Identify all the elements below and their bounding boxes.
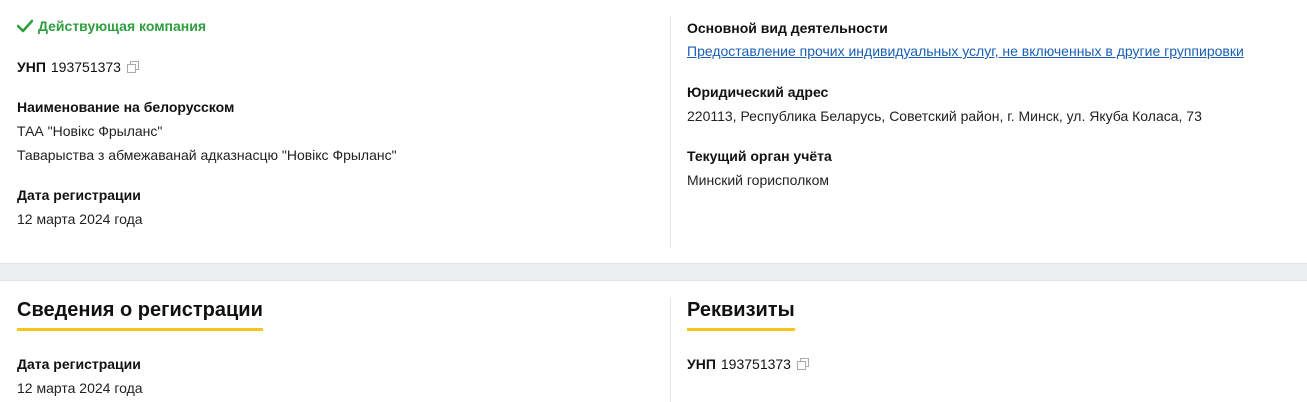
unp-row: УНП 193751373 (687, 356, 809, 372)
check-icon (17, 19, 33, 33)
activity-link[interactable]: Предоставление прочих индивидуальных усл… (687, 43, 1244, 59)
column-divider (670, 297, 671, 402)
company-summary-card: Действующая компания УНП 193751373 Наиме… (0, 0, 1307, 264)
activity-label: Основной вид деятельности (687, 20, 888, 36)
unp-label: УНП (687, 356, 716, 372)
copy-icon[interactable] (796, 358, 809, 370)
section-gap (0, 264, 1307, 280)
registration-date-label: Дата регистрации (17, 187, 141, 203)
belarusian-short-name: ТАА "Новікс Фрыланс" (17, 123, 163, 139)
column-divider (670, 16, 671, 248)
unp-label: УНП (17, 59, 46, 75)
company-status-text: Действующая компания (38, 18, 207, 34)
registering-authority-label: Текущий орган учёта (687, 148, 832, 164)
requisites-section-title: Реквизиты (687, 299, 795, 331)
belarusian-full-name: Таварыства з абмежаванай адказнасцю "Нов… (17, 147, 397, 163)
legal-address-label: Юридический адрес (687, 84, 829, 100)
legal-address-value: 220113, Республика Беларусь, Советский р… (687, 108, 1202, 124)
registration-section-title: Сведения о регистрации (17, 299, 263, 331)
company-status: Действующая компания (17, 18, 206, 34)
registration-date-value: 12 марта 2024 года (17, 211, 143, 227)
registration-date-value: 12 марта 2024 года (17, 380, 143, 396)
unp-value: 193751373 (720, 356, 791, 372)
unp-row: УНП 193751373 (17, 59, 139, 75)
copy-icon[interactable] (126, 61, 139, 73)
registering-authority-value: Минский горисполком (687, 172, 829, 188)
unp-value: 193751373 (50, 59, 121, 75)
registration-date-label: Дата регистрации (17, 356, 141, 372)
details-card: Сведения о регистрации Дата регистрации … (0, 280, 1307, 402)
belarusian-name-label: Наименование на белорусском (17, 99, 235, 115)
